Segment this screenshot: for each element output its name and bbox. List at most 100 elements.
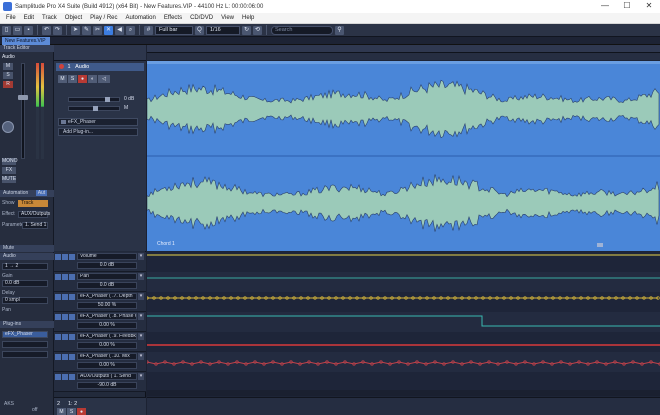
automation-section-header[interactable]: Automation Aut — [0, 190, 54, 197]
automation-write-icon[interactable] — [62, 274, 68, 280]
automation-show-icon[interactable] — [69, 314, 75, 320]
chevron-down-icon[interactable]: ▾ — [138, 313, 144, 320]
track-2-record-button[interactable]: ● — [77, 408, 86, 415]
automation-lane-name[interactable]: eFX_Phaser ( .7. Depth — [77, 293, 137, 300]
automation-read-icon[interactable] — [55, 314, 61, 320]
menu-file[interactable]: File — [2, 15, 20, 21]
menu-effects[interactable]: Effects — [160, 15, 186, 21]
chevron-down-icon[interactable]: ▾ — [138, 373, 144, 380]
timeline-ruler[interactable] — [147, 45, 660, 53]
track-pan-handle[interactable] — [93, 106, 98, 111]
automation-read-icon[interactable] — [55, 274, 61, 280]
automation-write-icon[interactable] — [62, 354, 68, 360]
record-button[interactable]: R — [3, 81, 13, 88]
track-2-name[interactable]: 1: 2 — [68, 401, 77, 407]
automation-read-icon[interactable] — [55, 374, 61, 380]
automation-row-mix[interactable]: eFX_Phaser ( .10. Mix 0.00 % ▾ — [54, 352, 146, 372]
track-2-solo-button[interactable]: S — [67, 408, 76, 415]
automation-read-icon[interactable] — [55, 354, 61, 360]
close-button[interactable]: ✕ — [638, 0, 660, 13]
automation-show-icon[interactable] — [69, 334, 75, 340]
automation-tab[interactable]: Automation — [3, 190, 28, 196]
delay-value[interactable]: 0 smpl — [2, 297, 48, 304]
channels-dropdown[interactable]: 1 → 2 — [2, 263, 48, 270]
track-volume-handle[interactable] — [105, 97, 110, 102]
chevron-down-icon[interactable]: ▾ — [138, 353, 144, 360]
search-input[interactable]: Search — [271, 25, 333, 35]
automation-write-icon[interactable] — [62, 374, 68, 380]
horizontal-scrollbar[interactable] — [147, 390, 660, 396]
automation-tab-secondary[interactable]: Aut — [35, 190, 48, 196]
automation-show-icon[interactable] — [69, 354, 75, 360]
mono-button[interactable]: MONO — [2, 158, 18, 165]
automation-lane-value[interactable]: 50.00 % — [77, 302, 137, 309]
track-header[interactable]: 1 Audio M S ● ◐ ◁ 0 dB M eFX_Phaser Add … — [54, 61, 146, 251]
undo-icon[interactable]: ↶ — [42, 25, 51, 35]
track-2-header[interactable]: 2 1: 2 M S ● — [54, 397, 146, 415]
automation-lane-value[interactable]: -90.0 dB — [77, 382, 137, 389]
automation-lane-name[interactable]: eFX_Phaser ( .9. Feedbk — [77, 333, 137, 340]
automation-lane-value[interactable]: 0.00 % — [77, 322, 137, 329]
menu-play-rec[interactable]: Play / Rec — [86, 15, 121, 21]
track-solo-button[interactable]: S — [68, 75, 77, 83]
zoom-tool-icon[interactable]: ⌕ — [126, 25, 135, 35]
automation-lane-value[interactable]: 0.00 % — [77, 362, 137, 369]
fx-button[interactable]: FX — [2, 167, 16, 174]
volume-fader-handle[interactable] — [18, 95, 28, 100]
automation-show-icon[interactable] — [69, 274, 75, 280]
draw-tool-icon[interactable]: ✎ — [82, 25, 91, 35]
quantize-icon[interactable]: Q — [195, 25, 204, 35]
automation-write-icon[interactable] — [62, 314, 68, 320]
mute-section-header[interactable]: Mute — [0, 245, 54, 252]
search-icon[interactable]: ⚲ — [335, 25, 344, 35]
menu-track[interactable]: Track — [38, 15, 61, 21]
track-pan-slider[interactable] — [68, 106, 120, 111]
automation-row-volume[interactable]: Volume 0.0 dB ▾ — [54, 252, 146, 272]
automation-write-icon[interactable] — [62, 294, 68, 300]
plugin-slot[interactable]: eFX_Phaser — [2, 331, 48, 338]
chevron-down-icon[interactable]: ▾ — [138, 273, 144, 280]
track-name[interactable]: Audio — [75, 64, 89, 70]
automation-lane-value[interactable]: 0.00 % — [77, 342, 137, 349]
redo-icon[interactable]: ↷ — [53, 25, 62, 35]
automation-row-phase[interactable]: eFX_Phaser ( .8. Phase O 0.00 % ▾ — [54, 312, 146, 332]
automation-lane-value[interactable]: 0.0 dB — [77, 262, 137, 269]
plugin-slot-empty[interactable] — [2, 351, 48, 358]
snap-grid-icon[interactable]: # — [144, 25, 153, 35]
mute-tool-icon[interactable]: ◀ — [115, 25, 124, 35]
automation-row-pan[interactable]: Pan 0.0 dB ▾ — [54, 272, 146, 292]
menu-cd-dvd[interactable]: CD/DVD — [186, 15, 217, 21]
grid-dropdown[interactable]: Full bar — [155, 25, 193, 35]
automation-row-depth[interactable]: eFX_Phaser ( .7. Depth 50.00 % ▾ — [54, 292, 146, 312]
track-2-lane[interactable] — [147, 397, 660, 415]
automation-read-icon[interactable] — [55, 334, 61, 340]
arrange-window[interactable]: Chord 1 — [147, 45, 660, 415]
track-monitor-button[interactable]: ◐ — [88, 75, 97, 83]
marker-row[interactable] — [147, 53, 660, 60]
open-folder-icon[interactable]: ▭ — [13, 25, 22, 35]
automation-lane-name[interactable]: AUX/Outputs ( 1. Send — [77, 373, 137, 380]
refresh-icon[interactable]: ⟲ — [253, 25, 262, 35]
show-dropdown[interactable]: Track — [18, 200, 48, 207]
save-icon[interactable]: ▪ — [24, 25, 33, 35]
track-2-mute-button[interactable]: M — [57, 408, 66, 415]
track-title-bar[interactable]: 1 Audio — [56, 63, 144, 71]
menu-edit[interactable]: Edit — [20, 15, 38, 21]
menu-help[interactable]: Help — [238, 15, 258, 21]
universal-tool-icon[interactable]: ✕ — [104, 25, 113, 35]
chevron-down-icon[interactable]: ▾ — [138, 253, 144, 260]
parameter-dropdown[interactable]: 1. Send 1 — [22, 222, 48, 229]
track-editor-header[interactable]: Track Editor — [0, 45, 54, 52]
pan-knob[interactable] — [2, 121, 14, 133]
solo-button[interactable]: S — [3, 72, 13, 79]
menu-object[interactable]: Object — [61, 15, 86, 21]
automation-show-icon[interactable] — [69, 374, 75, 380]
record-arm-icon[interactable] — [59, 64, 64, 69]
mute-toggle[interactable]: MUTE — [2, 176, 16, 183]
mute-button[interactable]: M — [3, 63, 13, 70]
audio-section-header[interactable]: Audio — [0, 253, 54, 260]
cut-tool-icon[interactable]: ✂ — [93, 25, 102, 35]
automation-lane-name[interactable]: eFX_Phaser ( .10. Mix — [77, 353, 137, 360]
automation-read-icon[interactable] — [55, 254, 61, 260]
add-plugin-button[interactable]: Add Plug-in... — [58, 128, 138, 136]
